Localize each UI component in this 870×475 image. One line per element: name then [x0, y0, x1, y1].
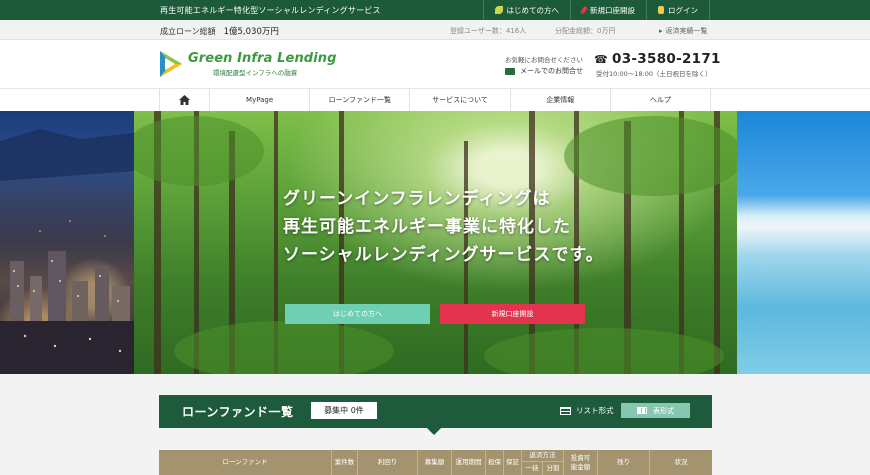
hero-line-3: ソーシャルレンディングサービスです。: [283, 245, 604, 265]
main-nav: MyPage ローンファンド一覧 サービスについて 企業情報 ヘルプ: [0, 88, 870, 111]
beginner-link-label: はじめての方へ: [506, 5, 560, 15]
recruiting-count-badge: 募集中 0件: [311, 402, 377, 419]
col-repay-title: 返済方法: [522, 450, 563, 462]
col-count: 案件数: [331, 450, 357, 475]
pen-icon: [580, 5, 588, 15]
header-pointer: [427, 428, 441, 435]
phone-number: ☎ 03-3580-2171: [594, 51, 721, 67]
table-view-toggle[interactable]: 表形式: [621, 403, 690, 418]
table-icon: [637, 407, 647, 414]
phone-number-text: 03-3580-2171: [612, 51, 721, 67]
open-account-link[interactable]: 新規口座開設: [570, 0, 646, 20]
logo-icon[interactable]: [158, 49, 184, 79]
hero-line-1: グリーンインフラレンディングは: [283, 189, 551, 209]
nav-mypage[interactable]: MyPage: [209, 89, 309, 111]
table-view-label: 表形式: [653, 406, 674, 415]
leaf-icon: [494, 6, 503, 14]
site-header: Green Infra Lending 環境配慮型インフラへの融資 お気軽にお問…: [0, 40, 870, 88]
nav-items: MyPage ローンファンド一覧 サービスについて 企業情報 ヘルプ: [159, 89, 712, 111]
total-loan-label: 成立ローン総額: [160, 27, 216, 36]
site-tagline: 再生可能エネルギー特化型ソーシャルレンディングサービス: [160, 6, 381, 15]
top-bar: 再生可能エネルギー特化型ソーシャルレンディングサービス はじめての方へ 新規口座…: [0, 0, 870, 20]
registered-users: 登録ユーザー数：416人: [450, 27, 527, 35]
col-repay-lump: 一括: [525, 464, 539, 472]
business-hours: 受付10:00〜18:00（土日祝日を除く）: [596, 70, 712, 78]
col-invest: 投資可能金額: [563, 450, 597, 475]
contact-note: お気軽にお問合せください: [505, 56, 583, 64]
door-icon: [658, 6, 664, 14]
col-collateral: 担保: [485, 450, 503, 475]
list-view-label: リスト形式: [576, 406, 614, 415]
repayment-record-link[interactable]: ▸ 返済実績一覧: [659, 26, 708, 36]
top-links: はじめての方へ 新規口座開設 ログイン: [482, 0, 710, 20]
triangle-right-icon: ▸: [659, 27, 663, 35]
brand-subtitle: 環境配慮型インフラへの融資: [213, 69, 298, 77]
list-view-toggle[interactable]: リスト形式: [560, 405, 614, 416]
beginner-link[interactable]: はじめての方へ: [482, 0, 571, 20]
col-fund: ローンファンド: [222, 458, 268, 466]
phone-icon: ☎: [594, 52, 609, 66]
col-guarantee: 保証: [503, 450, 521, 475]
mail-inquiry-label: メールでのお問合せ: [520, 67, 583, 75]
open-account-button[interactable]: 新規口座開設: [440, 304, 585, 324]
col-repay: 返済方法 一括 分割: [521, 450, 563, 475]
login-link[interactable]: ログイン: [646, 0, 710, 20]
col-yield: 利回り: [357, 450, 417, 475]
nav-help[interactable]: ヘルプ: [609, 89, 712, 111]
col-status: 状況: [649, 450, 712, 475]
ocean-image: [737, 111, 870, 374]
col-repay-split: 分割: [542, 462, 563, 475]
stats-bar: 成立ローン総額 1億5,030万円 登録ユーザー数：416人 分配金総額：0万円 …: [0, 20, 870, 40]
nav-about-service[interactable]: サービスについて: [409, 89, 509, 111]
total-loan: 成立ローン総額 1億5,030万円: [160, 25, 279, 37]
nav-home[interactable]: [159, 89, 209, 111]
brand-name[interactable]: Green Infra Lending: [188, 51, 337, 66]
fund-table-header: ローンファンド 案件数 利回り 募集額 運用期間 担保 保証 返済方法 一括 分…: [159, 450, 712, 475]
mail-icon: [505, 67, 515, 75]
list-icon: [560, 406, 571, 415]
total-loan-value: 1億5,030万円: [223, 27, 279, 37]
fund-list-title: ローンファンド一覧: [182, 405, 294, 419]
col-repay-sub: 一括 分割: [522, 462, 563, 475]
nav-company[interactable]: 企業情報: [509, 89, 610, 111]
login-link-label: ログイン: [668, 5, 698, 15]
hero-headline: グリーンインフラレンディングは 再生可能エネルギー事業に特化した ソーシャルレン…: [283, 185, 604, 269]
city-lights-decoration: [0, 129, 134, 374]
col-remain: 残り: [597, 450, 649, 475]
open-account-link-label: 新規口座開設: [590, 5, 635, 15]
home-icon: [179, 95, 190, 105]
beginner-button[interactable]: はじめての方へ: [285, 304, 430, 324]
col-period: 運用期間: [451, 450, 485, 475]
mail-inquiry-link[interactable]: メールでのお問合せ: [505, 66, 583, 76]
repayment-record-label: 返済実績一覧: [665, 27, 708, 35]
col-amount: 募集額: [417, 450, 451, 475]
hero-line-2: 再生可能エネルギー事業に特化した: [283, 217, 571, 237]
nav-fund-list[interactable]: ローンファンド一覧: [309, 89, 409, 111]
distribution-total: 分配金総額：0万円: [555, 27, 616, 35]
